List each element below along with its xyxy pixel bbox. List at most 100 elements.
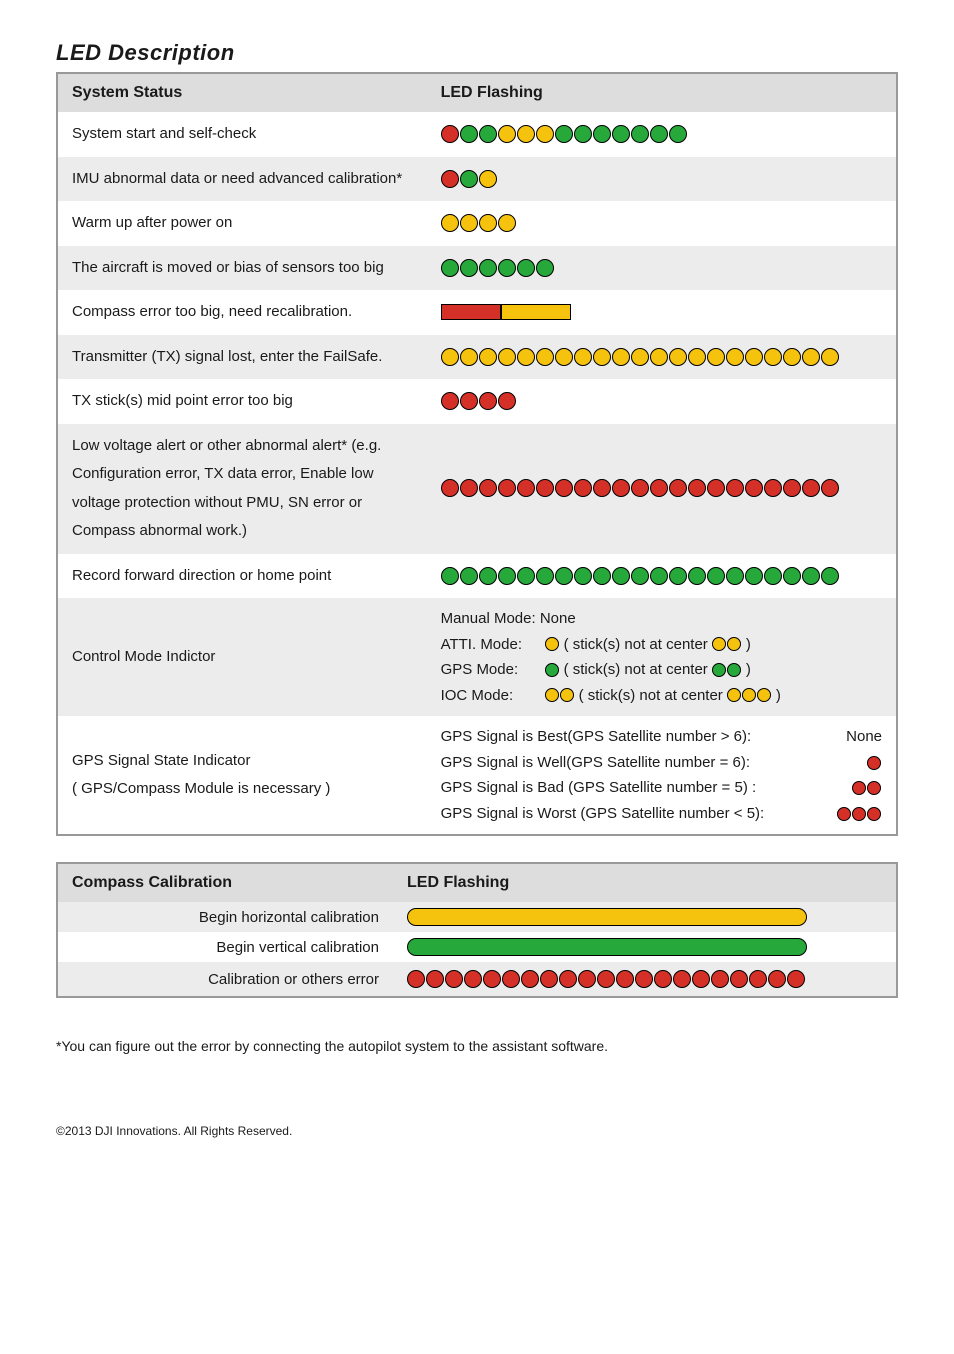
led-green-icon	[631, 567, 649, 585]
led-red-icon	[852, 807, 866, 821]
gps-line: GPS Signal is Worst (GPS Satellite numbe…	[441, 801, 882, 827]
mode-manual: Manual Mode: None	[441, 606, 882, 632]
led-green-icon	[593, 567, 611, 585]
row-label: Low voltage alert or other abnormal aler…	[57, 424, 427, 554]
table-row: Control Mode IndictorManual Mode: NoneAT…	[57, 598, 897, 716]
led-red-icon	[460, 392, 478, 410]
led-green-icon	[726, 567, 744, 585]
led-yellow-icon	[460, 214, 478, 232]
led-yellow-icon	[650, 348, 668, 366]
led-yellow-icon	[441, 214, 459, 232]
led-red-icon	[441, 125, 459, 143]
led-green-icon	[555, 125, 573, 143]
table-row: System start and self-check	[57, 112, 897, 157]
close-paren: )	[746, 632, 751, 658]
row-label: GPS Signal State Indicator( GPS/Compass …	[57, 716, 427, 835]
mode-gps: GPS Mode: ( stick(s) not at center )	[441, 657, 882, 683]
led-yellow-icon	[498, 348, 516, 366]
led-green-icon	[517, 259, 535, 277]
led-yellow-icon	[545, 688, 559, 702]
gps-line-dots	[822, 775, 882, 801]
led-green-icon	[441, 259, 459, 277]
led-yellow-icon	[574, 348, 592, 366]
led-green-icon	[612, 125, 630, 143]
led-red-icon	[730, 970, 748, 988]
led-red-icon	[635, 970, 653, 988]
compass-calibration-table: Compass Calibration LED Flashing Begin h…	[56, 862, 898, 998]
led-red-icon	[521, 970, 539, 988]
gps-label: GPS Signal State Indicator	[72, 747, 413, 776]
led-green-icon	[574, 567, 592, 585]
led-red-icon	[498, 392, 516, 410]
led-green-icon	[650, 125, 668, 143]
led-red-icon	[821, 479, 839, 497]
led-yellow-icon	[726, 348, 744, 366]
row-led: GPS Signal is Best(GPS Satellite number …	[427, 716, 897, 835]
led-red-icon	[867, 756, 881, 770]
led-yellow-icon	[479, 214, 497, 232]
table-row: Low voltage alert or other abnormal aler…	[57, 424, 897, 554]
mode-ioc: IOC Mode: ( stick(s) not at center )	[441, 683, 882, 709]
led-green-icon	[498, 259, 516, 277]
led-red-icon	[517, 479, 535, 497]
gps-line: GPS Signal is Bad (GPS Satellite number …	[441, 775, 882, 801]
row-led	[427, 246, 897, 291]
led-green-icon	[555, 567, 573, 585]
led-yellow-icon	[479, 348, 497, 366]
led-red-icon	[867, 807, 881, 821]
row-label: Record forward direction or home point	[57, 554, 427, 599]
row-led	[393, 932, 897, 962]
led-yellow-icon	[745, 348, 763, 366]
led-green-icon	[574, 125, 592, 143]
led-green-icon	[460, 259, 478, 277]
led-red-icon	[578, 970, 596, 988]
led-yellow-icon	[707, 348, 725, 366]
led-green-icon	[650, 567, 668, 585]
led-green-icon	[479, 567, 497, 585]
led-green-icon	[545, 663, 559, 677]
led-green-icon	[669, 567, 687, 585]
led-yellow-icon	[593, 348, 611, 366]
led-yellow-icon	[517, 125, 535, 143]
gps-line-dots: None	[822, 724, 882, 750]
led-yellow-icon	[498, 214, 516, 232]
led-green-icon	[688, 567, 706, 585]
row-led	[427, 335, 897, 380]
led-green-icon	[517, 567, 535, 585]
led-yellow-icon	[764, 348, 782, 366]
gps-line-text: GPS Signal is Worst (GPS Satellite numbe…	[441, 801, 765, 827]
led-yellow-icon	[631, 348, 649, 366]
not-center-text: ( stick(s) not at center	[564, 657, 708, 683]
led-green-icon	[669, 125, 687, 143]
copyright: ©2013 DJI Innovations. All Rights Reserv…	[56, 1124, 898, 1138]
led-red-icon	[650, 479, 668, 497]
led-red-icon	[852, 781, 866, 795]
row-led	[393, 902, 897, 932]
led-red-icon	[768, 970, 786, 988]
led-yellow-icon	[545, 637, 559, 651]
row-led	[427, 554, 897, 599]
gps-line: GPS Signal is Best(GPS Satellite number …	[441, 724, 882, 750]
led-red-icon	[502, 970, 520, 988]
led-green-icon	[783, 567, 801, 585]
col-header-system-status: System Status	[57, 73, 427, 112]
row-led	[427, 112, 897, 157]
led-red-icon	[867, 781, 881, 795]
led-red-icon	[540, 970, 558, 988]
led-yellow-icon	[688, 348, 706, 366]
table-row: Begin horizontal calibration	[57, 902, 897, 932]
table-row: Begin vertical calibration	[57, 932, 897, 962]
led-yellow-icon	[479, 170, 497, 188]
led-red-icon	[479, 479, 497, 497]
row-label: System start and self-check	[57, 112, 427, 157]
led-red-icon	[711, 970, 729, 988]
row-label: Compass error too big, need recalibratio…	[57, 290, 427, 335]
page-title: LED Description	[56, 40, 898, 66]
led-yellow-icon	[498, 125, 516, 143]
led-red-icon	[483, 970, 501, 988]
bar-red-icon	[441, 304, 501, 320]
led-red-icon	[749, 970, 767, 988]
led-green-icon	[745, 567, 763, 585]
footnote: *You can figure out the error by connect…	[56, 1038, 898, 1054]
led-red-icon	[669, 479, 687, 497]
